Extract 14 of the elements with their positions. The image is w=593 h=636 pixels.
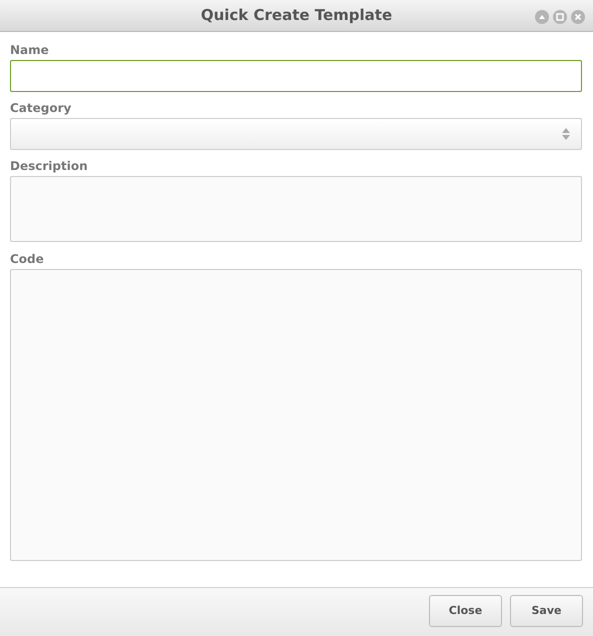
maximize-icon[interactable] [553,10,567,24]
window-title: Quick Create Template [200,6,392,24]
minimize-icon[interactable] [535,10,549,24]
sort-arrows-icon [562,128,570,140]
field-label: Category [10,100,72,116]
name-input-field[interactable] [10,60,582,92]
category-dropdown[interactable] [10,118,582,150]
field-label: Description [10,158,89,174]
field-label: Name [10,42,50,58]
close-button[interactable]: Close [429,594,502,627]
description-text-area[interactable] [10,176,582,242]
close-icon[interactable] [571,10,585,24]
save-button[interactable]: Save [510,594,583,627]
field-label: Code [10,250,45,267]
